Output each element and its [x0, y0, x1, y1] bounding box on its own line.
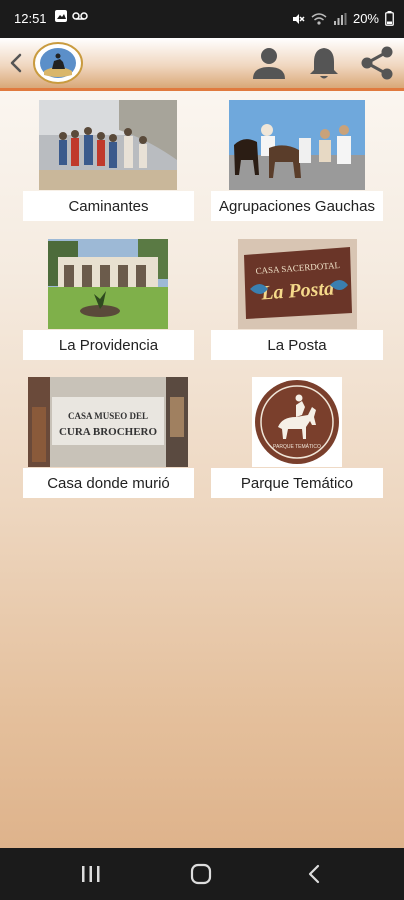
- chevron-left-icon[interactable]: [6, 51, 28, 75]
- pilgrims-walking-photo: [39, 100, 177, 190]
- system-nav-bar: [0, 848, 404, 900]
- mute-icon: [292, 13, 305, 24]
- la-providencia-building-photo: [48, 239, 168, 329]
- caption-la-providencia: La Providencia: [23, 330, 194, 360]
- casa-museo-sign-line1: CASA MUSEO DEL: [68, 411, 148, 421]
- casa-museo-photo: CASA MUSEO DEL CURA BROCHERO: [28, 377, 188, 467]
- gauchos-on-horses-photo: [229, 100, 365, 190]
- back-icon[interactable]: [300, 862, 328, 886]
- la-posta-sign-photo: CASA SACERDOTAL La Posta: [238, 239, 357, 329]
- bell-icon[interactable]: [305, 44, 343, 82]
- status-time: 12:51: [14, 11, 47, 26]
- caption-parque-tematico: Parque Temático: [211, 468, 383, 498]
- recent-apps-icon[interactable]: [77, 862, 105, 886]
- status-bar: 12:51 20%: [0, 0, 404, 38]
- caption-casa-donde-murio: Casa donde murió: [23, 468, 194, 498]
- caption-caminantes: Caminantes: [23, 191, 194, 221]
- parque-tematico-logo-text: PARQUE TEMÁTICO: [273, 443, 321, 450]
- battery-percent: 20%: [352, 11, 379, 26]
- person-icon[interactable]: [250, 44, 288, 82]
- caption-la-posta: La Posta: [211, 330, 383, 360]
- signal-icon: [333, 12, 347, 25]
- cura-brochero-logo: [33, 42, 83, 84]
- battery-icon: [385, 11, 394, 26]
- app-bar: [0, 38, 404, 91]
- caption-agrupaciones-gauchas: Agrupaciones Gauchas: [211, 191, 383, 221]
- home-icon[interactable]: [187, 862, 215, 886]
- voicemail-icon: [72, 12, 88, 20]
- wifi-icon: [311, 12, 327, 25]
- parque-tematico-logo: PARQUE TEMÁTICO: [252, 377, 342, 467]
- casa-museo-sign-line2: CURA BROCHERO: [59, 426, 158, 438]
- share-icon[interactable]: [357, 43, 397, 83]
- gallery-icon: [55, 10, 67, 22]
